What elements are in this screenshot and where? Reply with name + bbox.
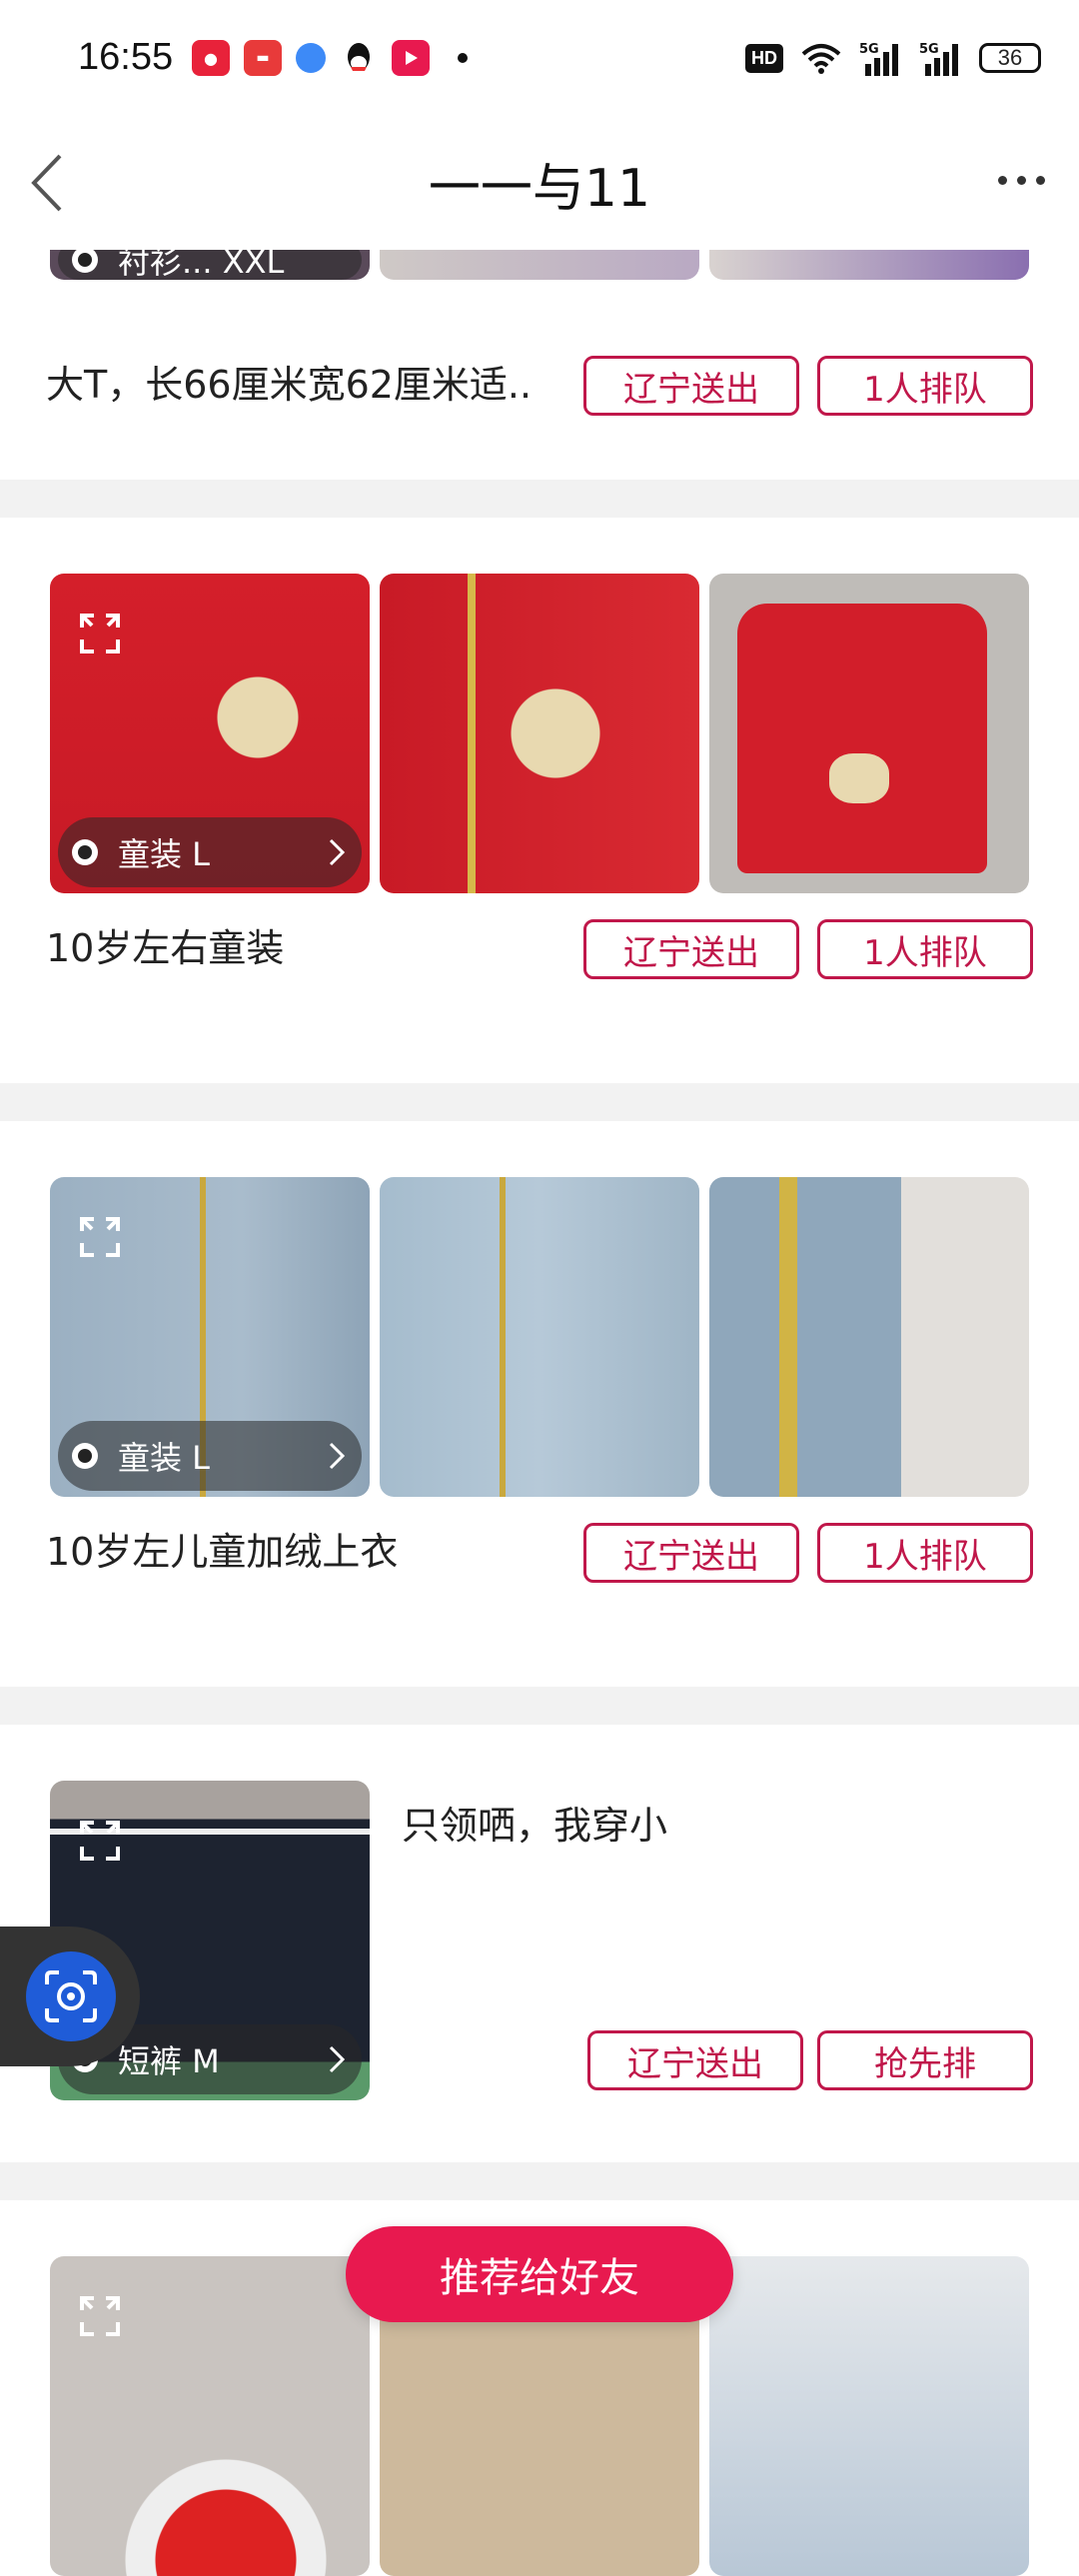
ship-from-button[interactable]: 辽宁送出 — [587, 2030, 803, 2090]
item-photo[interactable] — [380, 1177, 699, 1497]
status-time: 16:55 — [78, 36, 174, 78]
item-photo[interactable] — [50, 2256, 370, 2576]
listing-card[interactable]: 衬衫... XXL 大T，长66厘米宽62厘米适.. 辽宁送出 1人排队 — [0, 240, 1079, 480]
listing-card[interactable]: 童装 L 10岁左儿童加绒上衣 辽宁送出 1人排队 — [0, 1121, 1079, 1687]
listing-feed[interactable]: 衬衫... XXL 大T，长66厘米宽62厘米适.. 辽宁送出 1人排队 童装 … — [0, 240, 1079, 2576]
item-description: 10岁左右童装 — [46, 926, 285, 970]
expand-icon[interactable] — [78, 1819, 122, 1863]
browser-app-icon — [296, 43, 326, 73]
ship-from-button[interactable]: 辽宁送出 — [583, 919, 799, 979]
item-photo[interactable] — [709, 1177, 1029, 1497]
item-photo[interactable] — [709, 574, 1029, 893]
tag-dot-icon — [72, 1443, 98, 1469]
signal-5g-icon: 5G — [859, 42, 898, 76]
item-description: 只领哂，我穿小 — [402, 1804, 668, 1848]
app-notification-icon: ● — [192, 40, 230, 76]
category-tag-label: 短裤 M — [118, 2042, 220, 2080]
item-photo[interactable]: 童装 L — [50, 574, 370, 893]
chevron-right-icon — [329, 2045, 346, 2073]
video-app-icon — [392, 40, 430, 76]
divider — [0, 1687, 1079, 1725]
signal-5g-icon-2: 5G — [919, 42, 958, 76]
image-row: 童装 L — [50, 1177, 1029, 1497]
wifi-icon — [801, 44, 841, 74]
more-notifications-dot — [458, 53, 468, 63]
item-photo[interactable] — [709, 2256, 1029, 2576]
expand-icon[interactable] — [78, 612, 122, 655]
status-bar: 16:55 ● ▬ HD 5G 5G 36 — [0, 0, 1079, 120]
nav-bar: 一一与11 — [0, 120, 1079, 250]
system-icons: HD 5G 5G 36 — [745, 40, 1041, 76]
camera-scan-icon[interactable] — [26, 1951, 116, 2041]
tag-dot-icon — [72, 839, 98, 865]
more-icon[interactable] — [991, 160, 1051, 200]
listing-card[interactable]: 短裤 M 只领哂，我穿小 辽宁送出 抢先排 — [0, 1725, 1079, 2162]
news-app-icon: ▬ — [244, 40, 282, 76]
item-photo[interactable]: 童装 L — [50, 1177, 370, 1497]
qq-app-icon — [340, 40, 378, 76]
chevron-right-icon — [329, 1442, 346, 1470]
notification-icons: ● ▬ — [192, 40, 468, 76]
item-description: 大T，长66厘米宽62厘米适.. — [46, 363, 533, 407]
item-photo[interactable] — [380, 574, 699, 893]
battery-icon: 36 — [979, 43, 1041, 73]
item-description: 10岁左儿童加绒上衣 — [46, 1530, 399, 1574]
expand-icon[interactable] — [78, 2294, 122, 2338]
tag-dot-icon — [72, 247, 98, 273]
chevron-right-icon — [329, 838, 346, 866]
category-tag-label: 童装 L — [118, 1439, 211, 1477]
listing-card[interactable]: 童装 L 10岁左右童装 辽宁送出 1人排队 — [0, 518, 1079, 1083]
ship-from-button[interactable]: 辽宁送出 — [583, 356, 799, 416]
page-title: 一一与11 — [428, 159, 651, 219]
expand-icon[interactable] — [78, 1215, 122, 1259]
category-tag-label: 童装 L — [118, 835, 211, 873]
divider — [0, 480, 1079, 518]
queue-button[interactable]: 1人排队 — [817, 356, 1033, 416]
queue-button[interactable]: 抢先排 — [817, 2030, 1033, 2090]
category-tag[interactable]: 童装 L — [58, 817, 362, 887]
hd-icon: HD — [745, 43, 783, 73]
scan-float-button[interactable] — [0, 1927, 140, 2066]
svg-text:5G: 5G — [919, 42, 939, 57]
divider — [0, 2162, 1079, 2200]
category-tag[interactable]: 童装 L — [58, 1421, 362, 1491]
recommend-to-friends-button[interactable]: 推荐给好友 — [346, 2226, 733, 2322]
queue-button[interactable]: 1人排队 — [817, 919, 1033, 979]
svg-text:5G: 5G — [859, 42, 879, 57]
image-row: 童装 L — [50, 574, 1029, 893]
divider — [0, 1083, 1079, 1121]
ship-from-button[interactable]: 辽宁送出 — [583, 1523, 799, 1583]
queue-button[interactable]: 1人排队 — [817, 1523, 1033, 1583]
